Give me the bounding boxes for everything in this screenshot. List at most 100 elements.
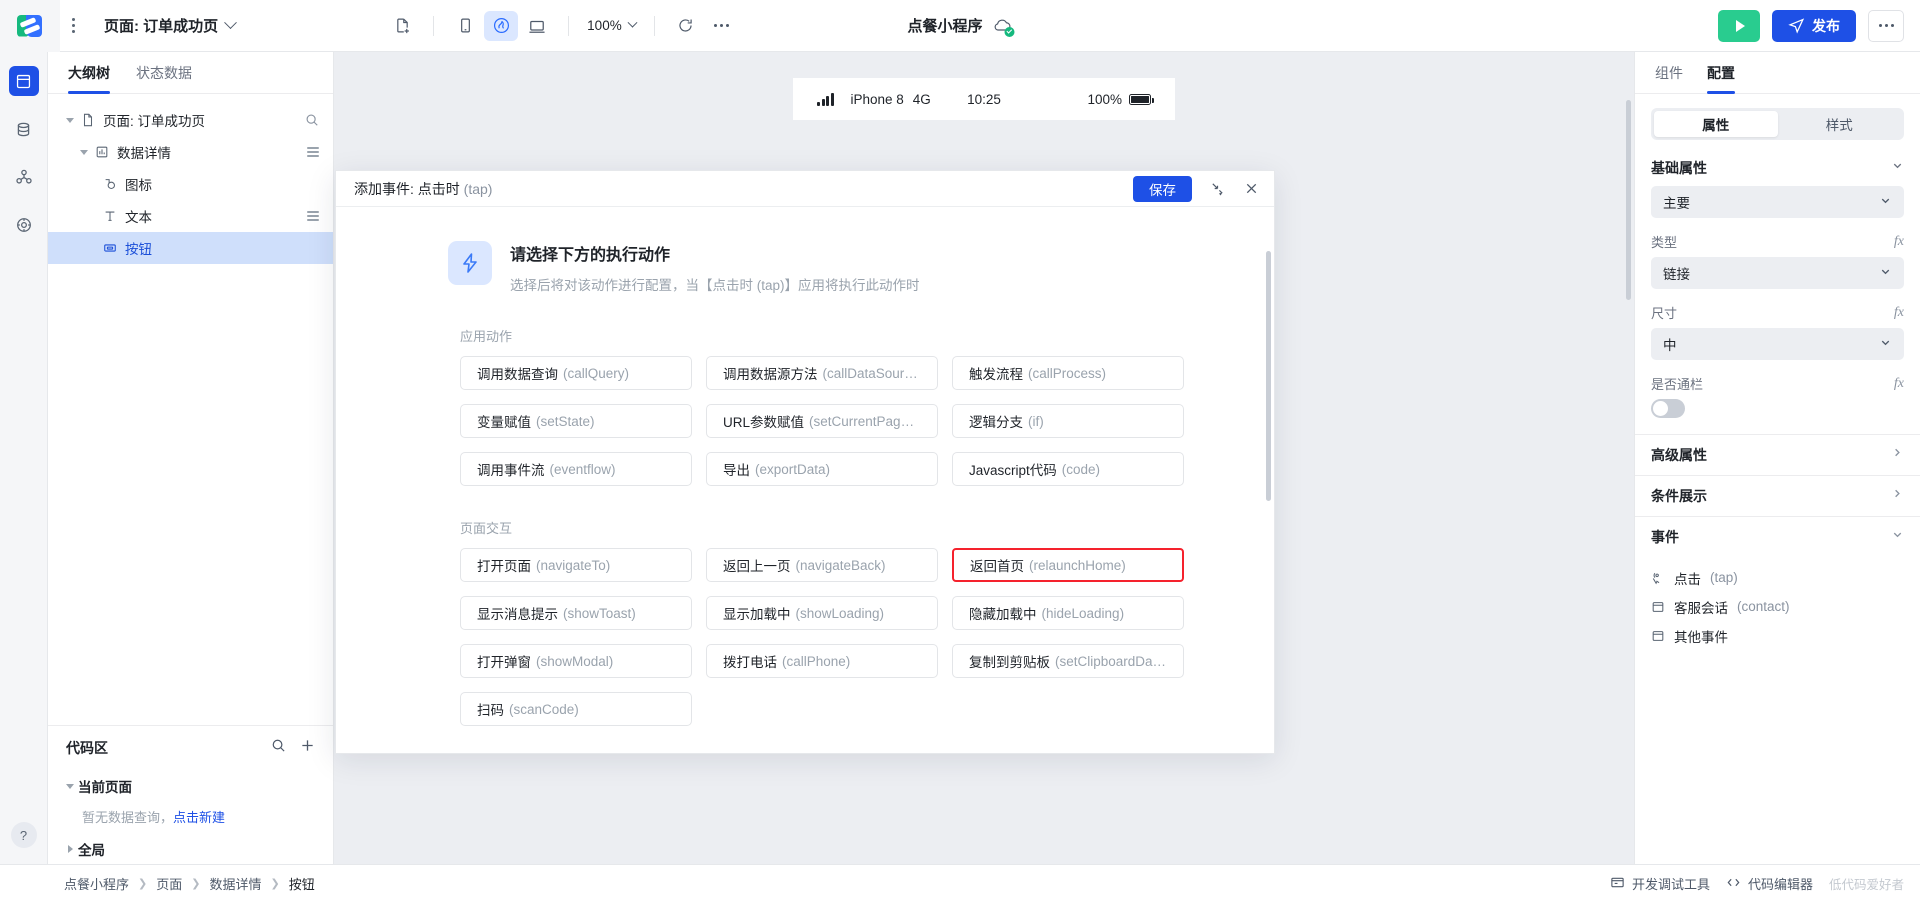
devtools-button[interactable]: 开发调试工具 xyxy=(1610,874,1710,893)
app-menu-icon[interactable] xyxy=(64,18,82,33)
data-icon[interactable] xyxy=(307,146,319,158)
tab-outline-tree[interactable]: 大纲树 xyxy=(68,52,110,94)
plus-icon[interactable] xyxy=(300,738,315,758)
caret-down-icon[interactable] xyxy=(76,149,92,155)
action-navigateBack[interactable]: 返回上一页 (navigateBack) xyxy=(706,548,938,582)
code-create-link[interactable]: 点击新建 xyxy=(173,810,225,825)
fullwidth-toggle[interactable] xyxy=(1651,399,1685,418)
search-icon[interactable] xyxy=(305,113,319,127)
caret-down-icon[interactable] xyxy=(62,783,78,789)
action-if[interactable]: 逻辑分支 (if) xyxy=(952,404,1184,438)
app-logo[interactable] xyxy=(0,0,60,52)
fx-icon[interactable]: fx xyxy=(1894,305,1904,321)
code-group-global[interactable]: 全局 xyxy=(48,834,333,864)
row-events[interactable]: 事件 xyxy=(1635,516,1920,557)
action-showToast[interactable]: 显示消息提示 (showToast) xyxy=(460,596,692,630)
fx-icon[interactable]: fx xyxy=(1894,376,1904,392)
tab-components[interactable]: 组件 xyxy=(1655,52,1683,94)
breadcrumb-item-0[interactable]: 点餐小程序 xyxy=(64,874,129,893)
button-icon xyxy=(100,241,120,255)
tab-state-data[interactable]: 状态数据 xyxy=(136,52,192,94)
add-page-icon[interactable] xyxy=(385,11,419,41)
action-en: (setClipboardData) xyxy=(1055,653,1167,669)
tree-item-icon[interactable]: 图标 xyxy=(48,168,333,200)
breadcrumb-item-2[interactable]: 数据详情 xyxy=(209,874,261,893)
modal-title-main: 添加事件: 点击时 xyxy=(354,180,460,197)
action-setState[interactable]: 变量赋值 (setState) xyxy=(460,404,692,438)
row-conditional-display[interactable]: 条件展示 xyxy=(1635,475,1920,516)
action-callDataSource[interactable]: 调用数据源方法 (callDataSource) xyxy=(706,356,938,390)
event-item-other[interactable]: 其他事件 xyxy=(1635,621,1920,650)
action-hideLoading[interactable]: 隐藏加载中 (hideLoading) xyxy=(952,596,1184,630)
help-icon[interactable]: ? xyxy=(10,822,37,848)
action-grid-page-interaction: 打开页面 (navigateTo) 返回上一页 (navigateBack) 返… xyxy=(460,548,1234,726)
breadcrumb-item-3[interactable]: 按钮 xyxy=(289,874,315,893)
refresh-icon[interactable] xyxy=(669,11,703,41)
action-navigateTo[interactable]: 打开页面 (navigateTo) xyxy=(460,548,692,582)
miniprogram-preview-icon[interactable] xyxy=(484,10,519,41)
event-item-contact[interactable]: 客服会话 (contact) xyxy=(1635,592,1920,621)
page-selector[interactable]: 页面: 订单成功页 xyxy=(104,15,238,36)
rail-item-database[interactable] xyxy=(9,114,39,144)
code-editor-button[interactable]: 代码编辑器 xyxy=(1726,874,1813,893)
tab-config[interactable]: 配置 xyxy=(1707,52,1735,94)
action-code[interactable]: Javascript代码 (code) xyxy=(952,452,1184,486)
mobile-preview-icon[interactable] xyxy=(448,11,482,41)
run-preview-button[interactable] xyxy=(1718,9,1760,42)
chevron-down-icon[interactable] xyxy=(1891,159,1904,177)
segment-properties[interactable]: 属性 xyxy=(1654,111,1778,137)
action-cn: 调用数据查询 xyxy=(477,367,558,382)
action-callQuery[interactable]: 调用数据查询 (callQuery) xyxy=(460,356,692,390)
row-advanced-properties[interactable]: 高级属性 xyxy=(1635,434,1920,475)
action-setCurrentPageParams[interactable]: URL参数赋值 (setCurrentPagePar... xyxy=(706,404,938,438)
segment-styles[interactable]: 样式 xyxy=(1778,111,1902,137)
code-group-current-page[interactable]: 当前页面 xyxy=(48,771,333,801)
variant-select[interactable]: 主要 xyxy=(1651,186,1904,218)
action-eventflow[interactable]: 调用事件流 (eventflow) xyxy=(460,452,692,486)
chevron-right-icon xyxy=(1891,446,1904,464)
left-panel-tabs: 大纲树 状态数据 xyxy=(48,52,333,94)
action-cn: 返回上一页 xyxy=(723,559,791,574)
field-type: 类型 fx 链接 xyxy=(1635,228,1920,299)
action-callPhone[interactable]: 拨打电话 (callPhone) xyxy=(706,644,938,678)
tree-item-button[interactable]: 按钮 xyxy=(48,232,333,264)
action-showLoading[interactable]: 显示加载中 (showLoading) xyxy=(706,596,938,630)
collapse-icon[interactable] xyxy=(1208,180,1226,198)
caret-right-icon[interactable] xyxy=(62,845,78,853)
event-item-tap[interactable]: 点击 (tap) xyxy=(1635,563,1920,592)
tree-item-text[interactable]: 文本 xyxy=(48,200,333,232)
tree-item-label: 图标 xyxy=(125,178,152,193)
topbar-more-button[interactable] xyxy=(1868,9,1904,42)
event-icon xyxy=(1651,600,1665,614)
rail-item-settings[interactable] xyxy=(9,210,39,240)
save-button[interactable]: 保存 xyxy=(1133,175,1192,202)
canvas-scrollbar[interactable] xyxy=(1626,100,1631,300)
size-select[interactable]: 中 xyxy=(1651,328,1904,360)
data-icon[interactable] xyxy=(307,210,319,222)
action-callProcess[interactable]: 触发流程 (callProcess) xyxy=(952,356,1184,390)
cloud-saved-icon xyxy=(993,17,1015,37)
action-scanCode[interactable]: 扫码 (scanCode) xyxy=(460,692,692,726)
fx-icon[interactable]: fx xyxy=(1894,234,1904,250)
code-group-label: 当前页面 xyxy=(78,780,132,795)
action-en: (if) xyxy=(1028,413,1044,429)
tree-item-page[interactable]: 页面: 订单成功页 xyxy=(48,104,333,136)
caret-down-icon[interactable] xyxy=(62,117,78,123)
action-showModal[interactable]: 打开弹窗 (showModal) xyxy=(460,644,692,678)
close-icon[interactable] xyxy=(1242,180,1260,198)
section-basic-properties[interactable]: 基础属性 xyxy=(1635,144,1920,182)
zoom-selector[interactable]: 100% xyxy=(583,17,640,33)
action-setClipboardData[interactable]: 复制到剪贴板 (setClipboardData) xyxy=(952,644,1184,678)
tree-item-data-detail[interactable]: 数据详情 xyxy=(48,136,333,168)
action-exportData[interactable]: 导出 (exportData) xyxy=(706,452,938,486)
publish-button[interactable]: 发布 xyxy=(1772,9,1856,42)
rail-item-users[interactable] xyxy=(9,162,39,192)
search-icon[interactable] xyxy=(271,738,286,758)
more-horizontal-icon[interactable] xyxy=(705,11,739,41)
rail-item-pages[interactable] xyxy=(8,66,39,96)
type-select[interactable]: 链接 xyxy=(1651,257,1904,289)
breadcrumb-item-1[interactable]: 页面 xyxy=(156,874,182,893)
modal-scrollbar[interactable] xyxy=(1266,251,1271,501)
action-relaunchHome[interactable]: 返回首页 (relaunchHome) xyxy=(952,548,1184,582)
desktop-preview-icon[interactable] xyxy=(520,11,554,41)
